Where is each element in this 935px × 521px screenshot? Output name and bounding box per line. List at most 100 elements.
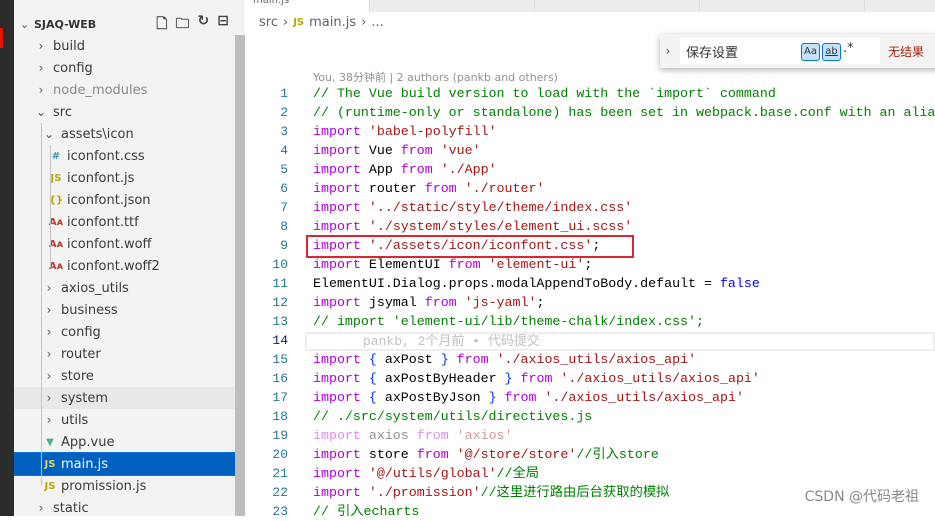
code-line[interactable]: import './promission'//这里进行路由后台获取的模拟	[313, 483, 669, 502]
breadcrumb-file[interactable]: main.js	[309, 15, 356, 30]
tree-item[interactable]: JS promission.js	[14, 475, 235, 497]
code-token: import	[313, 219, 361, 234]
line-number: 3	[280, 124, 288, 139]
blame-codelens[interactable]: You, 38分钟前 | 2 authors (pankb and others…	[313, 69, 558, 85]
tree-item-label: config	[53, 60, 93, 76]
code-line[interactable]: import '@/utils/global'//全局	[313, 464, 539, 483]
code-line[interactable]: import jsymal from 'js-yaml';	[313, 293, 544, 312]
tree-item[interactable]: › store	[14, 365, 235, 387]
regex-toggle[interactable]: .*	[843, 41, 854, 56]
editor-tab[interactable]	[370, 0, 535, 12]
code-token: from	[400, 162, 433, 177]
inline-blame: pankb, 2个月前 • 代码提交	[363, 334, 540, 349]
code-line[interactable]: import '../static/style/theme/index.css'	[313, 198, 632, 217]
chevron-right-icon: ›	[38, 39, 44, 53]
code-line[interactable]: import { axPostByJson } from './axios_ut…	[313, 388, 744, 407]
js-file-icon: JS	[293, 17, 305, 28]
chevron-down-icon: ⌄	[20, 17, 30, 31]
code-line[interactable]: ElementUI.Dialog.props.modalAppendToBody…	[313, 274, 760, 293]
chevron-right-icon: ›	[46, 303, 52, 317]
tree-item[interactable]: JS iconfont.js	[14, 167, 235, 189]
find-result: 无结果	[888, 44, 925, 59]
tree-item[interactable]: › router	[14, 343, 235, 365]
code-line[interactable]: import { axPost } from './axios_utils/ax…	[313, 350, 696, 369]
watermark: CSDN @代码老祖	[804, 489, 919, 505]
sidebar-scrollbar[interactable]	[235, 35, 245, 516]
tree-item[interactable]: {} iconfont.json	[14, 189, 235, 211]
tree-item[interactable]: › config	[14, 57, 235, 79]
code-line[interactable]: // The Vue build version to load with th…	[313, 84, 776, 103]
line-number: 8	[280, 219, 288, 234]
vue-file-icon: ▼	[46, 436, 54, 448]
line-number: 2	[280, 105, 288, 120]
line-number: 19	[272, 428, 288, 443]
collapse-all-icon[interactable]: ⊟	[217, 13, 229, 37]
editor-tab[interactable]	[535, 0, 700, 12]
tree-item[interactable]: Aᴀ iconfont.woff	[14, 233, 235, 255]
tree-item[interactable]: › build	[14, 35, 235, 57]
tree-item[interactable]: JS main.js	[14, 452, 236, 476]
line-number: 18	[272, 409, 288, 424]
tree-item-label: iconfont.ttf	[67, 214, 139, 230]
tree-item[interactable]: › system	[14, 387, 235, 409]
code-token: './router'	[464, 181, 545, 196]
code-line[interactable]: import 'babel-polyfill'	[313, 122, 497, 141]
whole-word-toggle[interactable]: ab	[822, 43, 841, 61]
tree-item-label: business	[61, 302, 118, 318]
code-line[interactable]: import axios from 'axios'	[313, 426, 513, 445]
tree-item[interactable]: Aᴀ iconfont.woff2	[14, 255, 235, 277]
code-line[interactable]: import { axPostByHeader } from './axios_…	[313, 369, 760, 388]
code-line[interactable]: import store from '@/store/store'//引入sto…	[313, 445, 659, 464]
code-line[interactable]: import router from './router'	[313, 179, 544, 198]
tree-item-label: store	[61, 368, 94, 384]
code-line[interactable]: import Vue from 'vue'	[313, 141, 481, 160]
tree-item[interactable]: › node_modules	[14, 79, 235, 101]
line-number: 20	[272, 447, 288, 462]
line-number: 7	[280, 200, 288, 215]
code-token: axPost	[376, 352, 441, 367]
tree-item[interactable]: › business	[14, 299, 235, 321]
new-file-icon[interactable]: 🗋	[156, 13, 167, 37]
find-input[interactable]: 保存设置 Aa ab .*	[680, 38, 880, 64]
editor-tab[interactable]: main.js	[245, 0, 370, 12]
breadcrumb-more[interactable]: ...	[371, 15, 383, 30]
editor-tab[interactable]	[700, 0, 865, 12]
code-token: from	[448, 257, 481, 272]
explorer-project-header[interactable]: ⌄ SJAQ-WEB 🗋 🗀 ↻ ⊟	[14, 13, 235, 35]
code-token: import	[313, 428, 361, 443]
code-line[interactable]: import App from './App'	[313, 160, 497, 179]
code-token: '@/store/store'	[456, 447, 577, 462]
tree-item[interactable]: › static	[14, 497, 235, 516]
match-case-toggle[interactable]: Aa	[801, 43, 820, 61]
code-token: './axios_utils/axios_api'	[544, 390, 744, 405]
code-line[interactable]: // (runtime-only or standalone) has been…	[313, 103, 935, 122]
code-token: axPostByHeader	[376, 371, 505, 386]
new-folder-icon[interactable]: 🗀	[176, 13, 190, 37]
tree-item[interactable]: › config	[14, 321, 235, 343]
tree-item[interactable]: # iconfont.css	[14, 145, 235, 167]
code-token: import	[313, 143, 361, 158]
code-line[interactable]: // ./src/system/utils/directives.js	[313, 407, 592, 426]
refresh-icon[interactable]: ↻	[198, 13, 210, 37]
tree-item[interactable]: ▼ App.vue	[14, 431, 235, 453]
line-number: 21	[272, 466, 288, 481]
breadcrumb-folder[interactable]: src	[259, 15, 278, 30]
line-number: 14	[272, 333, 288, 348]
project-name: SJAQ-WEB	[34, 17, 97, 31]
code-line[interactable]: // import 'element-ui/lib/theme-chalk/in…	[313, 312, 704, 331]
tree-item[interactable]: › utils	[14, 409, 235, 431]
tree-item[interactable]: ⌄ assets\icon	[14, 123, 235, 145]
code-line[interactable]: // 引入echarts	[313, 502, 419, 521]
tree-item[interactable]: ⌄ src	[14, 101, 235, 123]
code-token: from	[416, 447, 449, 462]
tree-item[interactable]: Aᴀ iconfont.ttf	[14, 211, 235, 233]
tree-item[interactable]: › axios_utils	[14, 277, 235, 299]
code-line[interactable]: import './system/styles/element_ui.scss'	[313, 217, 632, 236]
toggle-replace-icon[interactable]: ›	[660, 44, 676, 58]
code-token: from	[416, 428, 449, 443]
